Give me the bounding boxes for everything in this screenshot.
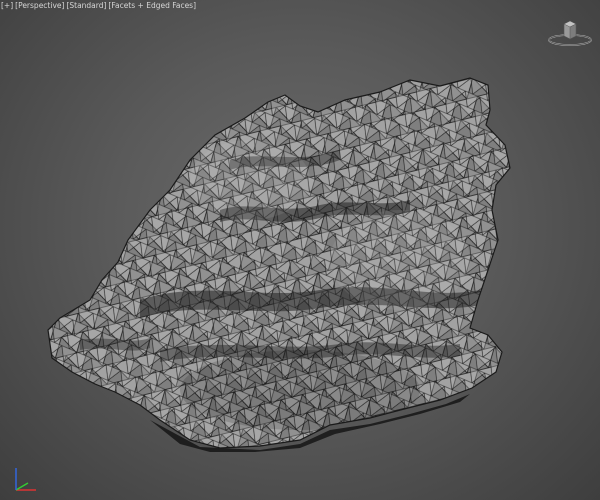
axis-tripod-icon [15,468,36,491]
perspective-viewport[interactable]: [+] [Perspective] [Standard] [Facets + E… [0,0,600,500]
rock-mesh-object[interactable] [0,0,600,500]
